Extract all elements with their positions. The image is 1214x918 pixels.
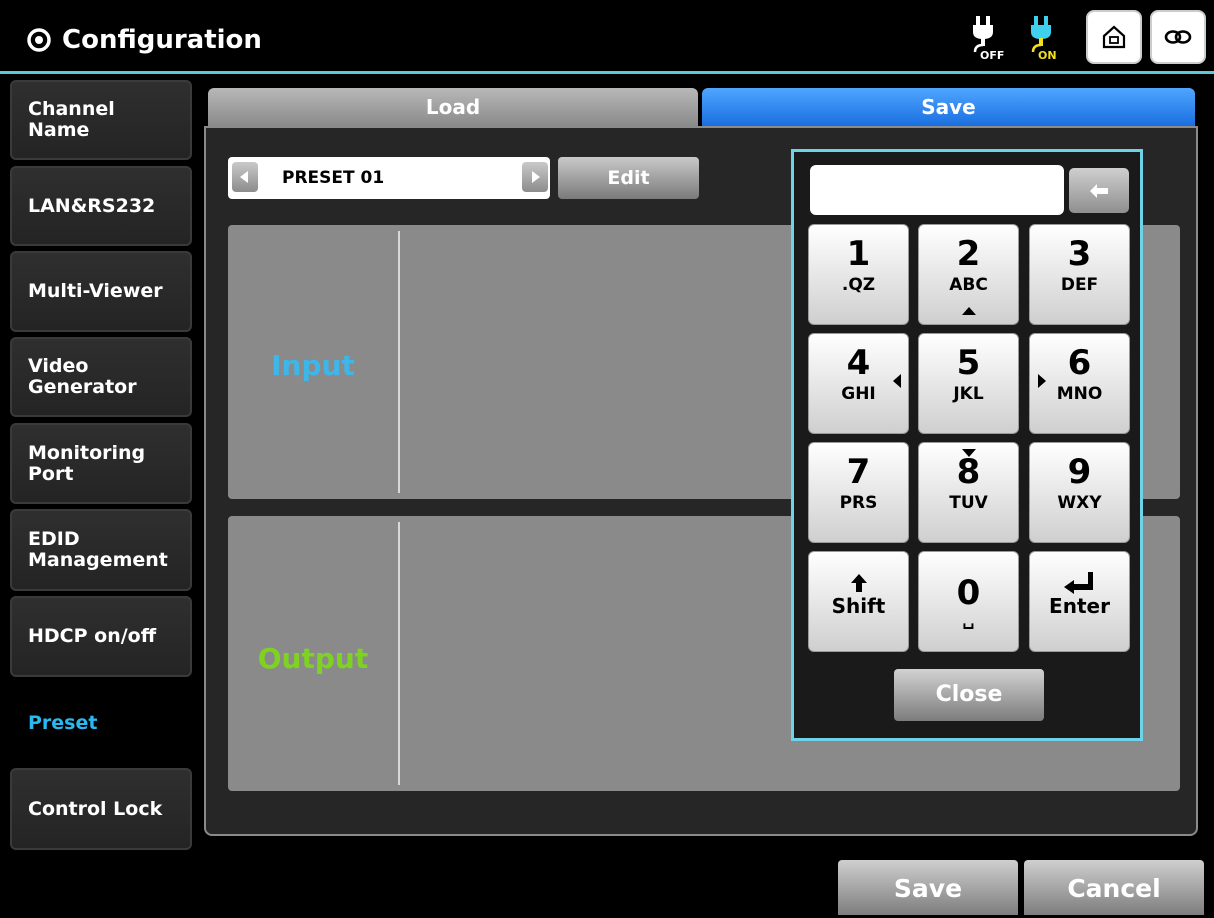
key-letters: .QZ	[841, 275, 876, 295]
key-letters: JKL	[953, 384, 984, 404]
preset-prev-button[interactable]	[232, 162, 258, 192]
header-bar: Configuration OFF ON	[0, 0, 1214, 74]
title-area: Configuration	[26, 22, 262, 58]
key-4[interactable]: 4 GHI	[808, 333, 909, 434]
key-letters: TUV	[949, 493, 988, 513]
sidebar-item-edid-management[interactable]: EDID Management	[10, 509, 192, 591]
home-button[interactable]	[1086, 10, 1142, 64]
shift-key[interactable]: Shift	[808, 551, 909, 652]
close-button[interactable]: Close	[894, 669, 1044, 721]
divider	[398, 231, 400, 493]
cancel-button[interactable]: Cancel	[1024, 860, 1204, 915]
backspace-button[interactable]	[1069, 168, 1129, 213]
arrow-up-icon	[962, 307, 976, 315]
keypad-input[interactable]	[810, 165, 1064, 215]
sidebar-item-label: Preset	[28, 711, 98, 734]
preset-selector: PRESET 01	[228, 157, 550, 199]
power-off-label: OFF	[980, 49, 1005, 62]
edit-button[interactable]: Edit	[558, 157, 699, 199]
home-icon	[1102, 25, 1126, 49]
link-button[interactable]	[1150, 10, 1206, 64]
key-8[interactable]: 8 TUV	[918, 442, 1019, 543]
sidebar-item-monitoring-port[interactable]: Monitoring Port	[10, 423, 192, 504]
arrow-right-icon	[532, 171, 540, 183]
key-5[interactable]: 5 JKL	[918, 333, 1019, 434]
sidebar-item-label: EDID Management	[28, 528, 168, 571]
key-digit: 1	[846, 234, 871, 274]
sidebar-item-label: Channel Name	[28, 98, 115, 141]
key-9[interactable]: 9 WXY	[1029, 442, 1130, 543]
sidebar-item-hdcp[interactable]: HDCP on/off	[10, 596, 192, 677]
space-icon: ␣	[962, 610, 975, 630]
tab-save[interactable]: Save	[702, 88, 1195, 126]
plug-on-icon[interactable]: ON	[1024, 12, 1074, 64]
arrow-left-icon	[1090, 183, 1108, 198]
key-2[interactable]: 2 ABC	[918, 224, 1019, 325]
sidebar-item-video-generator[interactable]: Video Generator	[10, 337, 192, 417]
preset-name: PRESET 01	[282, 168, 385, 188]
arrow-right-icon	[1038, 374, 1046, 388]
key-letters: ABC	[949, 275, 988, 295]
power-on-label: ON	[1038, 49, 1057, 62]
arrow-left-icon	[240, 171, 248, 183]
key-7[interactable]: 7 PRS	[808, 442, 909, 543]
sidebar-item-multi-viewer[interactable]: Multi-Viewer	[10, 251, 192, 332]
tab-load[interactable]: Load	[208, 88, 698, 126]
key-3[interactable]: 3 DEF	[1029, 224, 1130, 325]
input-label: Input	[271, 349, 355, 382]
sidebar-item-preset[interactable]: Preset	[10, 682, 192, 764]
key-1[interactable]: 1 .QZ	[808, 224, 909, 325]
enter-icon	[1064, 572, 1093, 594]
key-letters: PRS	[839, 493, 878, 513]
preset-next-button[interactable]	[522, 162, 548, 192]
key-digit: 2	[956, 234, 981, 274]
sidebar-item-label: Video Generator	[28, 355, 137, 398]
page-title: Configuration	[62, 25, 262, 55]
sidebar-item-label: Control Lock	[28, 797, 163, 820]
link-icon	[1164, 30, 1192, 44]
keypad-dialog: 1 .QZ 2 ABC 3 DEF 4 GHI 5 JKL 6 MNO 7 PR…	[791, 149, 1143, 741]
key-letters: WXY	[1057, 493, 1102, 513]
divider	[398, 522, 400, 785]
key-digit: 5	[956, 343, 981, 383]
sidebar-item-channel-name[interactable]: Channel Name	[10, 80, 192, 160]
output-label: Output	[257, 642, 369, 675]
arrow-left-icon	[893, 374, 901, 388]
key-0[interactable]: 0 ␣	[918, 551, 1019, 652]
sidebar-item-label: LAN&RS232	[28, 194, 156, 217]
sidebar-item-control-lock[interactable]: Control Lock	[10, 768, 192, 850]
plug-off-icon[interactable]: OFF	[966, 12, 1016, 64]
sidebar-item-label: Multi-Viewer	[28, 280, 163, 302]
sidebar-item-label: Monitoring Port	[28, 441, 146, 485]
key-digit: 8	[956, 452, 981, 492]
key-digit: 9	[1067, 452, 1092, 492]
key-digit: 3	[1067, 234, 1092, 274]
key-label: Enter	[1049, 594, 1110, 618]
arrow-up-icon	[851, 574, 867, 592]
key-digit: 7	[846, 452, 871, 492]
key-label: Shift	[831, 594, 886, 618]
gear-icon	[27, 28, 51, 52]
save-button[interactable]: Save	[838, 860, 1018, 915]
key-letters: DEF	[1060, 275, 1099, 295]
key-6[interactable]: 6 MNO	[1029, 333, 1130, 434]
sidebar-item-label: HDCP on/off	[28, 625, 157, 647]
sidebar-item-lan-rs232[interactable]: LAN&RS232	[10, 166, 192, 246]
key-digit: 0	[956, 573, 981, 613]
enter-key[interactable]: Enter	[1029, 551, 1130, 652]
